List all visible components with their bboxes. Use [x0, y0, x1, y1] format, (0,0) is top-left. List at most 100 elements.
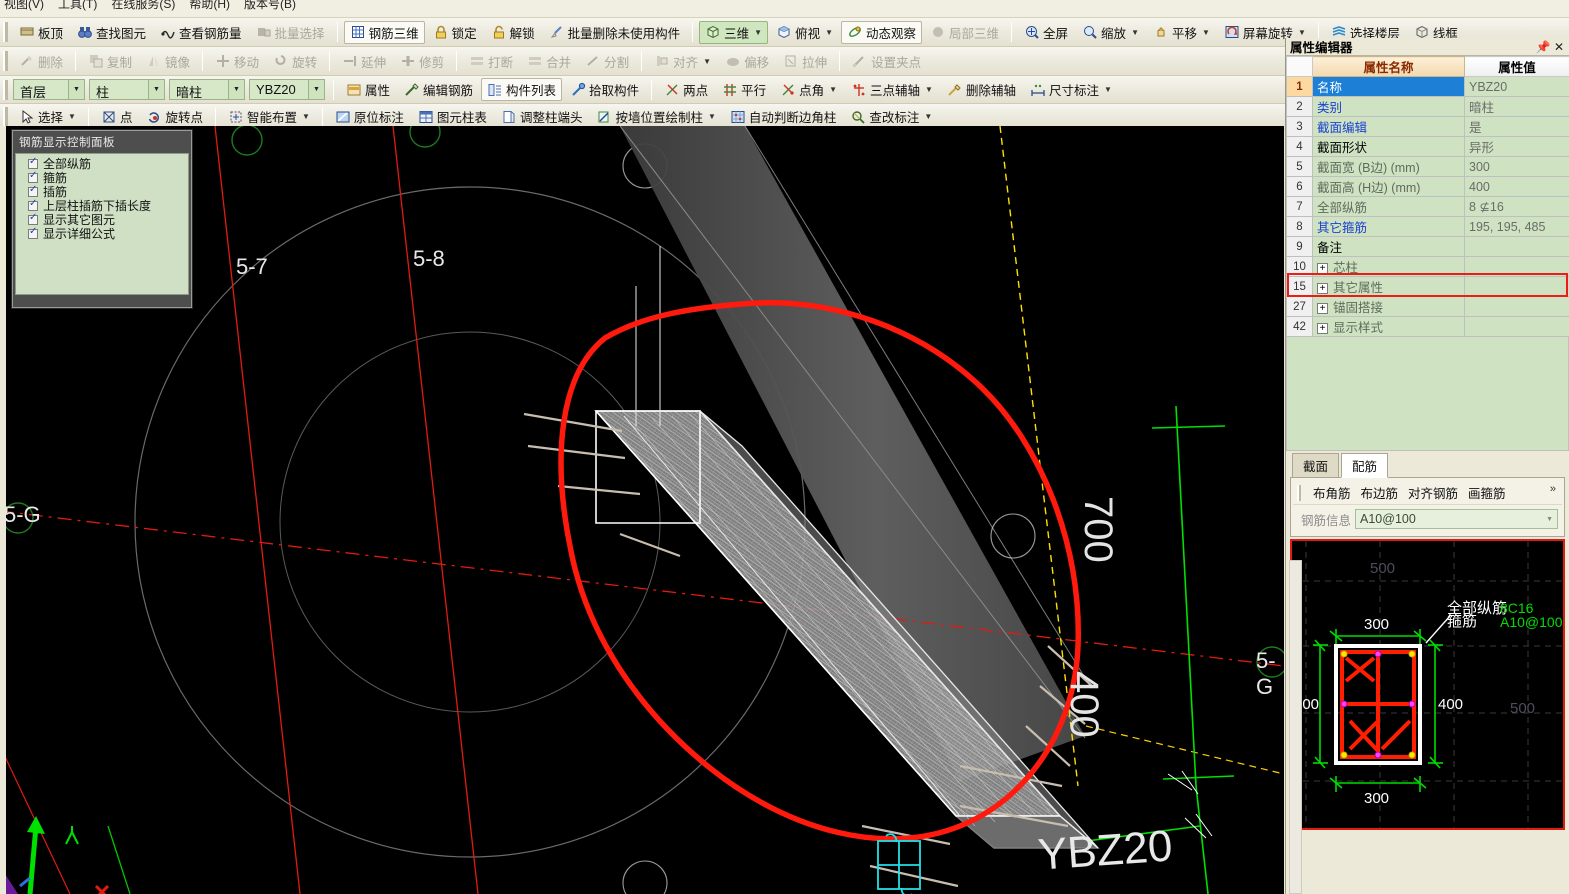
reinforcement-pane[interactable]: 布角筋 布边筋 对齐钢筋 画箍筋 » 钢筋信息 A10@100 ▼	[1290, 477, 1565, 537]
chevron-down-icon[interactable]: ▼	[1546, 516, 1553, 523]
toolbar-button-rotate[interactable]: 旋转	[267, 50, 323, 73]
table-row[interactable]: 10 + 芯柱	[1286, 256, 1569, 277]
row-value[interactable]: 异形	[1464, 136, 1569, 157]
chevron-down-icon[interactable]: ▼	[68, 80, 84, 99]
row-value[interactable]: YBZ20	[1464, 76, 1569, 97]
row-value[interactable]: 400	[1464, 176, 1569, 197]
toolbar-button-split[interactable]: 分割	[579, 50, 635, 73]
toolbar-button-three-point-axis[interactable]: 三点辅轴 ▼	[845, 78, 939, 101]
section-drawing[interactable]: 500 500 全部纵筋 箍筋 8C16 A10@100 300 300 400…	[1292, 541, 1565, 828]
menu-item-help[interactable]: 帮助(H)	[189, 0, 230, 12]
row-value[interactable]	[1464, 316, 1569, 337]
table-row[interactable]: 6 截面高 (H边) (mm) 400	[1286, 176, 1569, 197]
chevron-down-icon[interactable]: ▼	[925, 85, 933, 94]
table-row[interactable]: 5 截面宽 (B边) (mm) 300	[1286, 156, 1569, 177]
chevron-down-icon[interactable]: ▼	[68, 112, 76, 121]
table-row[interactable]: 1 名称 YBZ20	[1286, 76, 1569, 97]
toolbar-button-merge[interactable]: 合并	[521, 50, 577, 73]
toolbar-button-pick-component[interactable]: 拾取构件	[564, 78, 645, 101]
tool-draw-stirrup[interactable]: 画箍筋	[1468, 483, 1506, 502]
toolbar-button-top-view[interactable]: 俯视 ▼	[770, 21, 839, 44]
toolbar-grip[interactable]	[3, 51, 8, 71]
chevron-down-icon[interactable]: ▼	[1202, 28, 1210, 37]
table-row[interactable]: 42 + 显示样式	[1286, 316, 1569, 337]
chevron-down-icon[interactable]: ▼	[924, 112, 932, 121]
row-value[interactable]: 暗柱	[1464, 96, 1569, 117]
menu-item-view[interactable]: 视图(V)	[4, 0, 44, 12]
reinforcement-toolbar[interactable]: 布角筋 布边筋 对齐钢筋 画箍筋 »	[1293, 481, 1562, 505]
chevron-down-icon[interactable]: ▼	[1131, 28, 1139, 37]
toolbar-button-check-label[interactable]: 查改标注 ▼	[844, 105, 938, 128]
checkbox-icon[interactable]	[28, 184, 38, 197]
component-subtype-combo[interactable]: 暗柱 ▼	[169, 79, 245, 100]
table-row[interactable]: 4 截面形状 异形	[1286, 136, 1569, 157]
row-value[interactable]: 8 ⊈16	[1464, 196, 1569, 217]
checkbox-icon[interactable]	[28, 212, 38, 225]
tool-edge-rebar[interactable]: 布边筋	[1361, 483, 1399, 502]
section-preview[interactable]: 500 500 全部纵筋 箍筋 8C16 A10@100 300 300 400…	[1290, 539, 1565, 830]
toolbar-grip[interactable]	[3, 79, 8, 100]
toolbar-button-move[interactable]: 移动	[209, 50, 265, 73]
toolbar-button-properties[interactable]: 属性	[340, 78, 396, 101]
toolbar-button-batch-delete-unused[interactable]: 批量删除未使用构件	[543, 21, 687, 44]
table-row[interactable]: 7 全部纵筋 8 ⊈16	[1286, 196, 1569, 217]
table-row[interactable]: 8 其它箍筋 195, 195, 485	[1286, 216, 1569, 237]
toolbar-button-point-angle[interactable]: 点角 ▼	[774, 78, 843, 101]
toolbar-button-lock[interactable]: 锁定	[427, 21, 483, 44]
chevron-down-icon[interactable]: ▼	[308, 80, 324, 99]
toolbar-button-3d-view[interactable]: 三维 ▼	[699, 20, 769, 44]
row-value[interactable]: 195, 195, 485	[1464, 216, 1569, 237]
toolbar-button-column-table[interactable]: 图元柱表	[412, 105, 493, 128]
tab-reinforcement[interactable]: 配筋	[1341, 453, 1389, 478]
row-value[interactable]	[1464, 296, 1569, 317]
toolbar-button-extend[interactable]: 延伸	[336, 50, 392, 73]
toolbar-button-dynamic-observe[interactable]: 动态观察	[841, 20, 923, 44]
toolbar-button-dimension[interactable]: 尺寸标注 ▼	[1024, 78, 1118, 101]
pin-icon[interactable]: 📌	[1535, 40, 1551, 54]
checkbox-dowel[interactable]: 插筋	[28, 184, 184, 200]
row-name[interactable]: 备注	[1312, 236, 1465, 257]
row-name[interactable]: 截面形状	[1312, 136, 1465, 157]
row-name[interactable]: 其它箍筋	[1312, 216, 1465, 237]
toolbar-button-slab-top[interactable]: 板顶	[13, 21, 69, 44]
bottom-panel-tabs[interactable]: 截面 配筋	[1286, 453, 1569, 478]
row-name[interactable]: + 显示样式	[1312, 316, 1465, 337]
toolbar-grip[interactable]	[1297, 484, 1301, 501]
table-row[interactable]: 9 备注	[1286, 236, 1569, 257]
toolbar-button-partial-3d[interactable]: 局部三维	[924, 21, 1005, 44]
row-value[interactable]	[1464, 276, 1569, 297]
chevron-down-icon[interactable]: ▼	[708, 112, 716, 121]
row-value[interactable]: 300	[1464, 156, 1569, 177]
chevron-down-icon[interactable]: ▼	[148, 80, 164, 99]
menu-bar[interactable]: 视图(V) 工具(T) 在线服务(S) 帮助(H) 版本号(B)	[0, 0, 1569, 18]
tab-section[interactable]: 截面	[1292, 453, 1340, 477]
table-row[interactable]: 2 类别 暗柱	[1286, 96, 1569, 117]
cad-canvas[interactable]: 5-7 5-8 5-G 5-G 700 400 YBZ20 钢筋显示控制面板 全…	[0, 126, 1284, 894]
property-table[interactable]: 属性名称 属性值 1 名称 YBZ20 2 类别 暗柱 3 截面编辑 是 4 截…	[1286, 56, 1569, 337]
row-name[interactable]: 全部纵筋	[1312, 196, 1465, 217]
menu-item-tools[interactable]: 工具(T)	[58, 0, 97, 12]
toolbar-button-pan[interactable]: 平移 ▼	[1147, 21, 1216, 44]
menu-item-online-service[interactable]: 在线服务(S)	[111, 0, 175, 12]
chevron-down-icon[interactable]: ▼	[703, 57, 711, 66]
toolbar-button-stretch[interactable]: 拉伸	[777, 50, 833, 73]
menu-item-version[interactable]: 版本号(B)	[244, 0, 296, 12]
floor-combo[interactable]: 首层 ▼	[13, 79, 85, 100]
toolbar-button-draw-column-by-wall[interactable]: 按墙位置绘制柱 ▼	[590, 105, 721, 128]
component-type-combo[interactable]: 柱 ▼	[89, 79, 165, 100]
checkbox-icon[interactable]	[28, 198, 38, 211]
checkbox-upper-column-dowel-length[interactable]: 上层柱插筋下插长度	[28, 198, 184, 214]
toolbar-button-break[interactable]: 打断	[463, 50, 519, 73]
toolbar-button-trim[interactable]: 修剪	[394, 50, 450, 73]
toolbar-button-fullscreen[interactable]: 全屏	[1018, 21, 1074, 44]
checkbox-icon[interactable]	[28, 156, 38, 169]
toolbar-button-delete[interactable]: 删除	[13, 50, 69, 73]
rebar-display-control-panel[interactable]: 钢筋显示控制面板 全部纵筋 箍筋 插筋 上层柱插筋下插长度 显示其它图元	[12, 130, 192, 308]
row-value[interactable]: 是	[1464, 116, 1569, 137]
toolbar-button-rotate-point[interactable]: 旋转点	[140, 105, 209, 128]
row-name[interactable]: 截面宽 (B边) (mm)	[1312, 156, 1465, 177]
toolbar-button-edit-rebar[interactable]: 编辑钢筋	[398, 78, 479, 101]
close-icon[interactable]: ✕	[1551, 40, 1567, 54]
toolbar-button-view-rebar-quantity[interactable]: 查看钢筋量	[154, 21, 248, 44]
row-name[interactable]: + 芯柱	[1312, 256, 1465, 277]
